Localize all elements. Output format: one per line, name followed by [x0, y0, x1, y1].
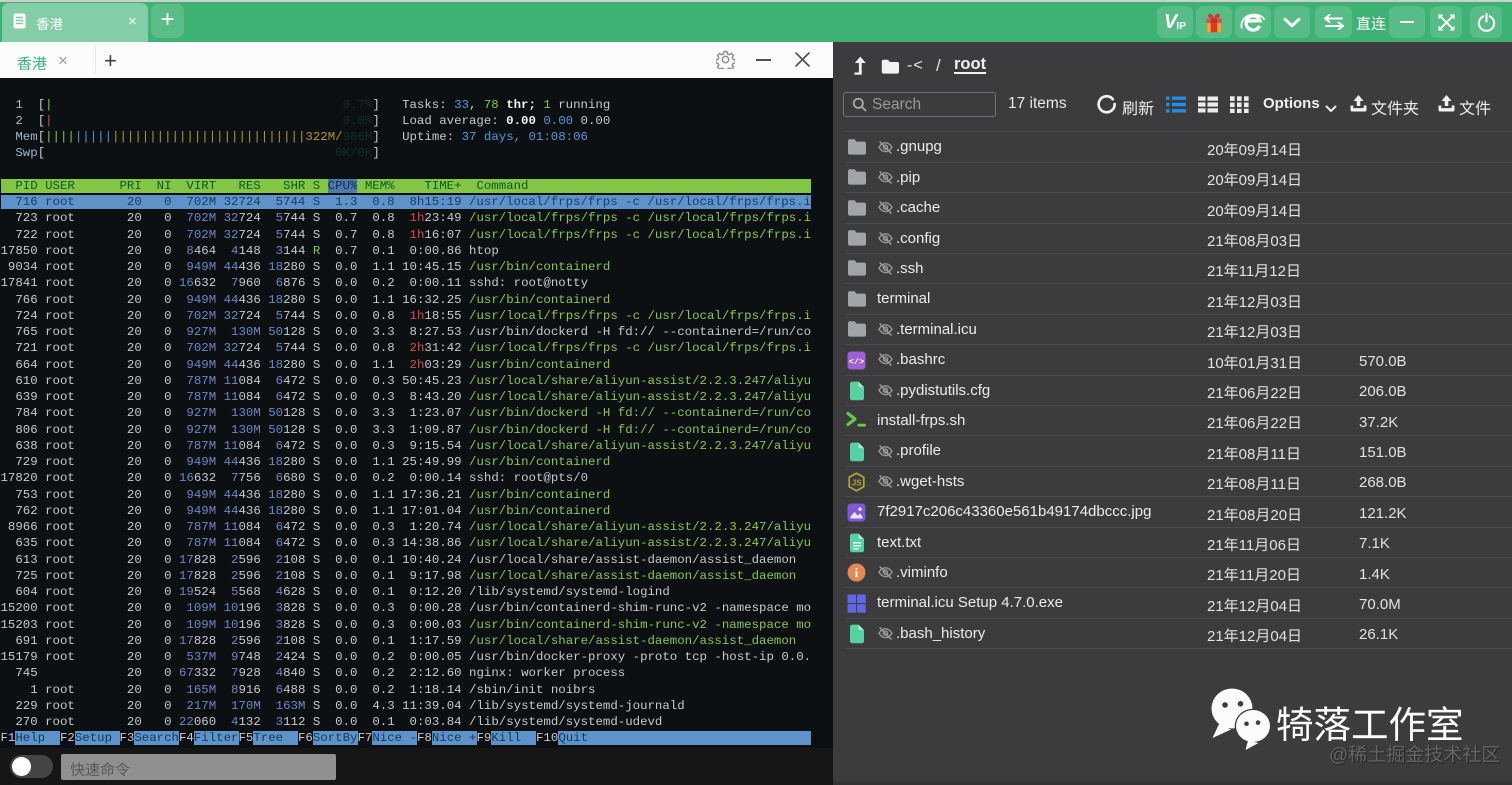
svg-text:</>: </>: [849, 357, 864, 367]
svg-text:i: i: [855, 566, 859, 580]
svg-text:JS: JS: [852, 478, 862, 487]
